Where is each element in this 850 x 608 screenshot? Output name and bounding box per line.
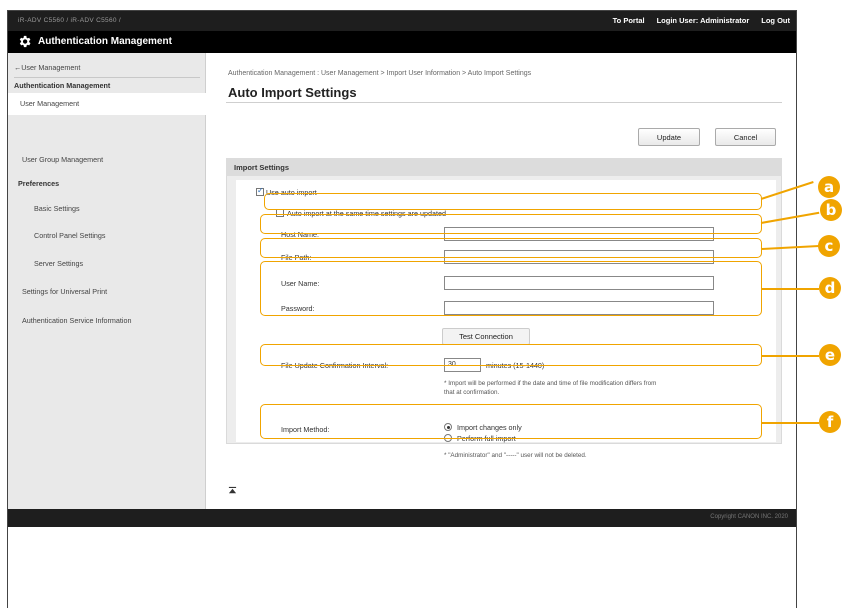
use-auto-import-checkbox[interactable] [256, 186, 264, 196]
gear-icon [17, 34, 32, 52]
callout-line-e [761, 355, 819, 357]
sidebar-item-auth-service-info[interactable]: Authentication Service Information [8, 315, 206, 327]
arrow-to-top-icon [228, 486, 237, 494]
callout-line-d [761, 288, 819, 290]
logout-link[interactable]: Log Out [761, 16, 790, 25]
sidebar-divider [14, 77, 200, 78]
title-bar: Authentication Management [8, 31, 796, 53]
to-portal-link[interactable]: To Portal [613, 16, 645, 25]
sidebar-section-preferences: Preferences [18, 179, 60, 188]
login-user: Login User: Administrator [657, 16, 750, 25]
sidebar-item-user-group-management[interactable]: User Group Management [8, 154, 206, 166]
callout-line-f [761, 422, 819, 424]
update-button[interactable]: Update [638, 128, 700, 146]
callout-box-e [260, 344, 762, 366]
copyright: Copyright CANON INC. 2020 [710, 514, 788, 520]
callout-e: e [819, 344, 841, 366]
callout-box-b [260, 214, 762, 234]
device-info: iR-ADV C5560 / iR-ADV C5560 / [18, 17, 121, 24]
sidebar-item-server-settings[interactable]: Server Settings [8, 258, 206, 270]
interval-note-1: * Import will be performed if the date a… [444, 380, 657, 387]
sidebar-item-user-management[interactable]: User Management [8, 93, 206, 115]
app-title: Authentication Management [38, 36, 172, 47]
sidebar-item-basic-settings[interactable]: Basic Settings [8, 203, 206, 215]
callout-d: d [819, 277, 841, 299]
panel-title: Import Settings [234, 163, 290, 172]
sidebar: ←User Management Authentication Manageme… [8, 53, 206, 509]
top-links: To Portal Login User: Administrator Log … [613, 16, 790, 25]
cancel-button[interactable]: Cancel [715, 128, 776, 146]
callout-a: a [818, 176, 840, 198]
sidebar-back-link[interactable]: ←User Management [8, 61, 206, 75]
title-divider [226, 102, 782, 103]
sidebar-section-auth: Authentication Management [14, 81, 111, 90]
test-connection-button[interactable]: Test Connection [442, 328, 530, 345]
top-bar: iR-ADV C5560 / iR-ADV C5560 / To Portal … [8, 11, 796, 31]
to-top-button[interactable] [228, 486, 237, 497]
callout-box-a [264, 193, 762, 210]
page-title: Auto Import Settings [228, 85, 357, 100]
callout-c: c [818, 235, 840, 257]
breadcrumb: Authentication Management : User Managem… [228, 70, 532, 77]
sidebar-item-universal-print[interactable]: Settings for Universal Print [8, 286, 206, 298]
callout-f: f [819, 411, 841, 433]
method-note: * "Administrator" and "-----" user will … [444, 452, 587, 459]
empty-area [8, 527, 796, 608]
interval-note-2: that at confirmation. [444, 389, 500, 396]
callout-box-c [260, 238, 762, 258]
sidebar-item-control-panel-settings[interactable]: Control Panel Settings [8, 230, 206, 242]
callout-box-d [260, 261, 762, 316]
login-user-label: Login User: [656, 16, 699, 25]
callout-box-f [260, 404, 762, 439]
footer: Copyright CANON INC. 2020 [8, 509, 796, 527]
login-user-value: Administrator [700, 16, 750, 25]
panel-header [226, 158, 782, 176]
callout-b: b [820, 199, 842, 221]
